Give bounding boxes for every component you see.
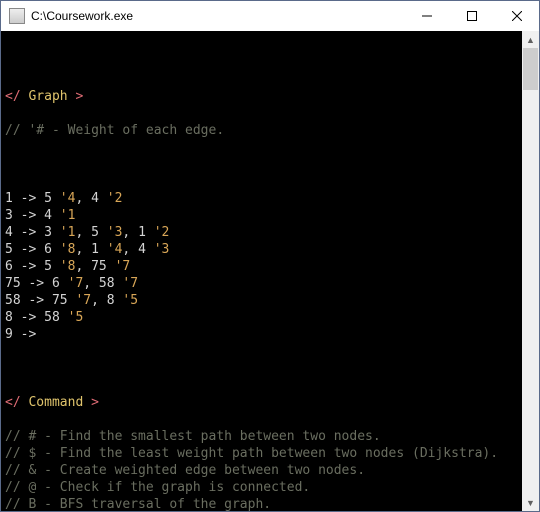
edge-row: 4 -> 3 '1, 5 '3, 1 '2 [5, 224, 518, 241]
close-button[interactable] [494, 1, 539, 31]
command-help-line: // # - Find the smallest path between tw… [5, 428, 518, 445]
graph-tag-close: > [75, 89, 83, 104]
command-help-line: // $ - Find the least weight path betwee… [5, 445, 518, 462]
minimize-icon [422, 11, 432, 21]
app-window: C:\Coursework.exe </ Graph > // '# - Wei… [0, 0, 540, 512]
app-icon [9, 8, 25, 24]
command-tag-close: > [91, 395, 99, 410]
edge-row: 1 -> 5 '4, 4 '2 [5, 190, 518, 207]
edge-row: 9 -> [5, 326, 518, 343]
scrollbar-vertical[interactable]: ▲ ▼ [522, 31, 539, 511]
command-tag-name: Command [28, 395, 83, 410]
command-help-line: // B - BFS traversal of the graph. [5, 496, 518, 511]
maximize-button[interactable] [449, 1, 494, 31]
graph-comment: // '# - Weight of each edge. [5, 122, 518, 139]
edge-list: 1 -> 5 '4, 4 '23 -> 4 '14 -> 3 '1, 5 '3,… [5, 190, 518, 343]
edge-row: 75 -> 6 '7, 58 '7 [5, 275, 518, 292]
edge-row: 6 -> 5 '8, 75 '7 [5, 258, 518, 275]
edge-row: 58 -> 75 '7, 8 '5 [5, 292, 518, 309]
close-icon [512, 11, 522, 21]
edge-row: 5 -> 6 '8, 1 '4, 4 '3 [5, 241, 518, 258]
scroll-up-button[interactable]: ▲ [522, 31, 539, 48]
graph-tag-open: </ [5, 89, 21, 104]
client-area: </ Graph > // '# - Weight of each edge. … [1, 31, 539, 511]
scroll-down-button[interactable]: ▼ [522, 494, 539, 511]
edge-row: 8 -> 58 '5 [5, 309, 518, 326]
edge-row: 3 -> 4 '1 [5, 207, 518, 224]
minimize-button[interactable] [404, 1, 449, 31]
graph-tag-name: Graph [28, 89, 67, 104]
titlebar[interactable]: C:\Coursework.exe [1, 1, 539, 31]
command-tag-open: </ [5, 395, 21, 410]
scroll-thumb[interactable] [523, 48, 538, 90]
command-list: // # - Find the smallest path between tw… [5, 428, 518, 511]
maximize-icon [467, 11, 477, 21]
command-help-line: // @ - Check if the graph is connected. [5, 479, 518, 496]
command-help-line: // & - Create weighted edge between two … [5, 462, 518, 479]
console-output[interactable]: </ Graph > // '# - Weight of each edge. … [1, 31, 522, 511]
window-title: C:\Coursework.exe [31, 9, 404, 23]
